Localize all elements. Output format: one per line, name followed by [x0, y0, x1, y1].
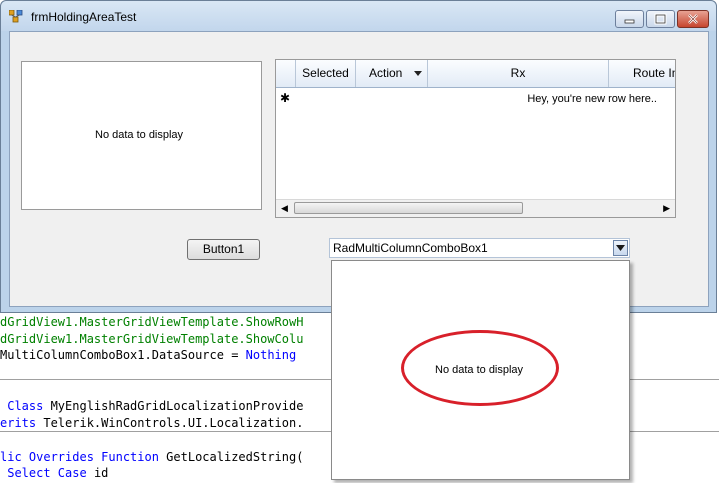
scroll-right-icon[interactable]: ▶	[663, 204, 670, 214]
row-header-cell	[276, 60, 296, 87]
multi-column-combo[interactable]: RadMultiColumnComboBox1	[329, 238, 630, 258]
new-row-text[interactable]: Hey, you're new row here..	[527, 93, 657, 105]
horizontal-scrollbar[interactable]: ◀ ▶	[276, 199, 675, 217]
minimize-icon	[624, 19, 635, 24]
close-icon	[688, 14, 698, 24]
empty-grid-message: No data to display	[95, 129, 184, 141]
column-header-selected[interactable]: Selected	[296, 60, 356, 87]
title-bar[interactable]: frmHoldingAreaTest	[1, 1, 716, 31]
code-line: Select Case id	[7, 466, 109, 480]
code-line: dGridView1.MasterGridViewTemplate.ShowRo…	[0, 315, 304, 329]
new-row-indicator-icon: ✱	[280, 91, 291, 105]
minimize-button[interactable]	[615, 10, 644, 28]
dropdown-arrow-icon	[414, 71, 422, 76]
code-line: Class MyEnglishRadGridLocalizationProvid…	[7, 399, 304, 413]
grid-header: Selected Action Rx Route In	[276, 60, 675, 88]
code-line: lic Overrides Function GetLocalizedStrin…	[0, 450, 304, 464]
code-line: dGridView1.MasterGridViewTemplate.ShowCo…	[0, 332, 304, 346]
column-header-action[interactable]: Action	[356, 60, 428, 87]
button1[interactable]: Button1	[187, 239, 260, 260]
app-icon	[9, 10, 23, 23]
highlight-ellipse	[401, 330, 559, 406]
column-header-route-in[interactable]: Route In	[609, 60, 675, 87]
scroll-left-icon[interactable]: ◀	[281, 204, 288, 214]
data-grid[interactable]: Selected Action Rx Route In ✱ Hey, you'r…	[275, 59, 676, 218]
empty-grid[interactable]: No data to display	[21, 61, 262, 210]
code-line: erits Telerik.WinControls.UI.Localizatio…	[0, 416, 304, 430]
maximize-button[interactable]	[646, 10, 675, 28]
window-title: frmHoldingAreaTest	[31, 10, 137, 24]
combo-dropdown-button[interactable]	[613, 240, 628, 256]
close-button[interactable]	[677, 10, 709, 28]
combo-text: RadMultiColumnComboBox1	[333, 241, 488, 255]
code-line: MultiColumnComboBox1.DataSource = Nothin…	[0, 348, 297, 362]
scrollbar-thumb[interactable]	[294, 202, 523, 214]
column-header-rx[interactable]: Rx	[428, 60, 609, 87]
maximize-icon	[654, 13, 667, 25]
chevron-down-icon	[616, 245, 625, 251]
